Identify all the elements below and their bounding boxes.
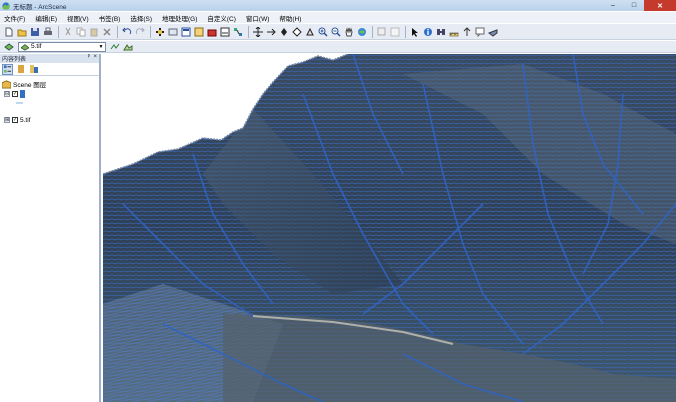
measure-icon[interactable] bbox=[448, 26, 459, 37]
toolbar-separator bbox=[117, 25, 118, 38]
hyperlink-icon[interactable] bbox=[461, 26, 472, 37]
layer-visibility-checkbox[interactable]: ✓ bbox=[12, 91, 18, 97]
navigate-icon[interactable] bbox=[252, 26, 263, 37]
title-bar: 无标题 - ArcScene – □ ✕ bbox=[0, 0, 676, 11]
list-by-source-icon[interactable] bbox=[15, 64, 26, 75]
toc-header: 内容列表 ᵖ × bbox=[0, 54, 99, 63]
paste-icon[interactable] bbox=[88, 26, 99, 37]
toolbar-separator bbox=[248, 25, 249, 38]
menu-customize[interactable]: 自定义(C) bbox=[207, 13, 236, 23]
3d-effects-toolbar: 5.tif ▼ bbox=[0, 41, 676, 53]
redo-icon[interactable] bbox=[134, 26, 145, 37]
maximize-button[interactable]: □ bbox=[624, 0, 644, 11]
pin-icon[interactable]: ᵖ bbox=[88, 54, 90, 60]
menu-bar: 文件(F) 编辑(E) 视图(V) 书签(B) 选择(S) 地理处理(G) 自定… bbox=[0, 12, 676, 23]
menu-windows[interactable]: 窗口(W) bbox=[246, 13, 269, 23]
toolbar-separator bbox=[150, 25, 151, 38]
python-icon[interactable] bbox=[219, 26, 230, 37]
print-icon[interactable] bbox=[42, 26, 53, 37]
cut-icon[interactable] bbox=[62, 26, 73, 37]
scene-layers-label: Scene 图层 bbox=[13, 82, 47, 89]
standard-toolbar bbox=[0, 24, 676, 40]
copy-icon[interactable] bbox=[75, 26, 86, 37]
open-icon[interactable] bbox=[16, 26, 27, 37]
layer-visibility-checkbox[interactable]: ✓ bbox=[12, 117, 18, 123]
pan-icon[interactable] bbox=[343, 26, 354, 37]
identify-icon[interactable] bbox=[422, 26, 433, 37]
terrain-3d-render bbox=[103, 54, 676, 402]
scene-view[interactable] bbox=[103, 54, 676, 402]
zoom-in-icon[interactable] bbox=[317, 26, 328, 37]
list-by-drawing-order-icon[interactable] bbox=[2, 63, 13, 75]
undo-icon[interactable] bbox=[121, 26, 132, 37]
toolbar-separator bbox=[405, 25, 406, 38]
menu-view[interactable]: 视图(V) bbox=[67, 13, 89, 23]
list-by-visibility-icon[interactable] bbox=[28, 64, 39, 75]
menu-selection[interactable]: 选择(S) bbox=[130, 13, 152, 23]
target-center-icon[interactable] bbox=[278, 26, 289, 37]
close-panel-icon[interactable]: × bbox=[93, 54, 97, 60]
toc-title: 内容列表 bbox=[2, 57, 27, 63]
zoom-out-icon[interactable] bbox=[330, 26, 341, 37]
toc-toolbar bbox=[0, 63, 99, 76]
layer-dropdown[interactable]: 5.tif ▼ bbox=[18, 41, 106, 52]
close-button[interactable]: ✕ bbox=[644, 0, 676, 11]
find-icon[interactable] bbox=[435, 26, 446, 37]
selected-layer-value: 5.tif bbox=[31, 43, 42, 50]
layer-shading-icon[interactable] bbox=[122, 41, 133, 52]
menu-help[interactable]: 帮助(H) bbox=[279, 13, 301, 23]
layer-legend-swatch bbox=[16, 102, 23, 104]
menu-edit[interactable]: 编辑(E) bbox=[35, 13, 57, 23]
save-icon[interactable] bbox=[29, 26, 40, 37]
table-of-contents-panel: 内容列表 ᵖ × Scene 图层 ⊟ ✓ ⊞ ✓ 5.tif bbox=[0, 54, 101, 402]
delete-icon[interactable] bbox=[101, 26, 112, 37]
layer-row-1[interactable]: ⊟ ✓ bbox=[2, 89, 97, 99]
layer-tree: Scene 图层 ⊟ ✓ ⊞ ✓ 5.tif bbox=[0, 76, 99, 128]
scene-layers-group[interactable]: Scene 图层 bbox=[2, 79, 97, 89]
layer-row-1-legend bbox=[2, 99, 97, 107]
window-title: 无标题 - ArcScene bbox=[13, 3, 67, 11]
collapse-icon[interactable]: ⊟ bbox=[4, 91, 10, 97]
model-builder-icon[interactable] bbox=[232, 26, 243, 37]
flythrough-icon[interactable] bbox=[487, 26, 498, 37]
select-elements-icon[interactable] bbox=[409, 26, 420, 37]
layer-name: 5.tif bbox=[20, 116, 31, 124]
arctoolbox-icon[interactable] bbox=[206, 26, 217, 37]
layer-row-2[interactable]: ⊞ ✓ 5.tif bbox=[2, 115, 97, 125]
zoom-to-target-icon[interactable] bbox=[291, 26, 302, 37]
layer-transparency-icon[interactable] bbox=[109, 41, 120, 52]
scene-properties-icon[interactable] bbox=[167, 26, 178, 37]
window-controls: – □ ✕ bbox=[602, 0, 676, 11]
toolbar-separator bbox=[58, 25, 59, 38]
expand-icon[interactable]: ⊞ bbox=[4, 117, 10, 123]
set-observer-icon[interactable] bbox=[304, 26, 315, 37]
minimize-button[interactable]: – bbox=[602, 0, 624, 11]
layer-name-editing[interactable] bbox=[20, 90, 25, 98]
menu-bookmarks[interactable]: 书签(B) bbox=[99, 13, 121, 23]
dropdown-arrow-icon[interactable]: ▼ bbox=[97, 43, 105, 51]
select-features-icon[interactable] bbox=[376, 26, 387, 37]
html-popup-icon[interactable] bbox=[474, 26, 485, 37]
fly-icon[interactable] bbox=[265, 26, 276, 37]
raster-layer-icon bbox=[21, 43, 29, 51]
menu-file[interactable]: 文件(F) bbox=[4, 13, 25, 23]
arcscene-app-icon bbox=[2, 1, 10, 10]
catalog-window-icon[interactable] bbox=[180, 26, 191, 37]
menu-geoprocessing[interactable]: 地理处理(G) bbox=[162, 13, 197, 23]
scene-layers-icon bbox=[2, 79, 11, 89]
clear-selection-icon[interactable] bbox=[389, 26, 400, 37]
add-data-icon[interactable] bbox=[154, 26, 165, 37]
3d-layer-icon bbox=[3, 41, 14, 52]
table-of-contents-icon[interactable] bbox=[193, 26, 204, 37]
new-icon[interactable] bbox=[3, 26, 14, 37]
full-extent-icon[interactable] bbox=[356, 26, 367, 37]
toolbar-separator bbox=[372, 25, 373, 38]
